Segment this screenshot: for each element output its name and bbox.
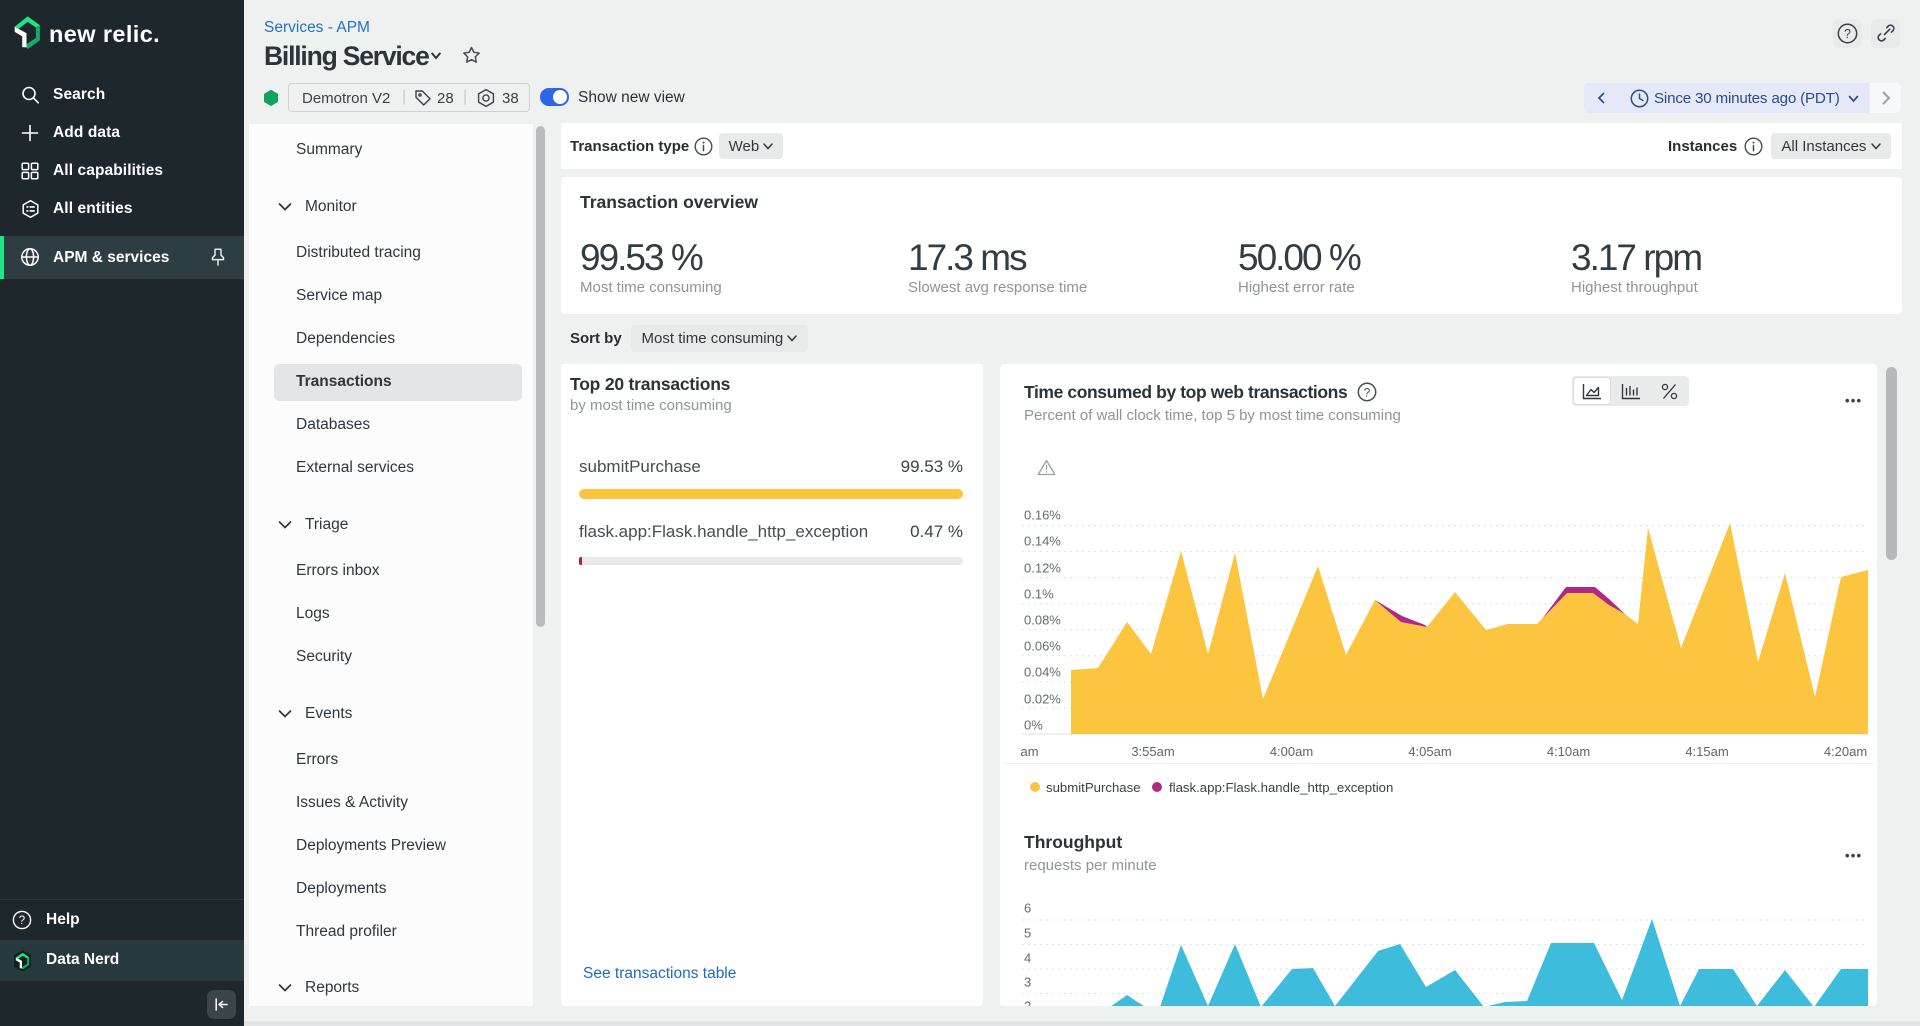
svg-text:?: ? <box>1844 27 1851 41</box>
svg-text:?: ? <box>19 915 25 927</box>
svg-text:?: ? <box>1364 385 1371 399</box>
svg-text:new relic.: new relic. <box>49 21 160 47</box>
